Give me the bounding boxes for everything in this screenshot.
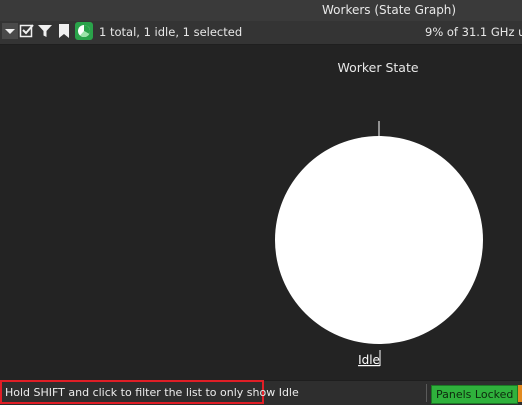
status-separator bbox=[426, 384, 427, 402]
checklist-icon[interactable] bbox=[19, 23, 35, 39]
filter-icon[interactable] bbox=[37, 23, 53, 39]
pie-chart-icon[interactable] bbox=[75, 22, 93, 40]
status-hint-text: Hold SHIFT and click to filter the list … bbox=[5, 386, 299, 399]
window-title: Workers (State Graph) bbox=[322, 3, 457, 17]
status-orange-indicator bbox=[518, 385, 522, 402]
toolbar: 1 total, 1 idle, 1 selected 9% of 31.1 G… bbox=[0, 21, 522, 45]
pie-slice-idle[interactable] bbox=[275, 136, 483, 344]
pie-label-idle[interactable]: Idle bbox=[358, 353, 380, 367]
dropdown-arrow-icon[interactable] bbox=[2, 23, 18, 39]
status-hint-highlight: Hold SHIFT and click to filter the list … bbox=[0, 380, 299, 404]
bookmark-icon[interactable] bbox=[56, 23, 72, 39]
panels-locked-badge[interactable]: Panels Locked bbox=[431, 385, 519, 404]
cpu-usage: 9% of 31.1 GHz utili bbox=[425, 25, 522, 39]
worker-state-pie-chart[interactable]: Idle bbox=[260, 110, 500, 370]
worker-summary: 1 total, 1 idle, 1 selected bbox=[99, 25, 243, 39]
title-bar: Workers (State Graph) bbox=[0, 0, 522, 22]
graph-title: Worker State bbox=[337, 60, 419, 75]
